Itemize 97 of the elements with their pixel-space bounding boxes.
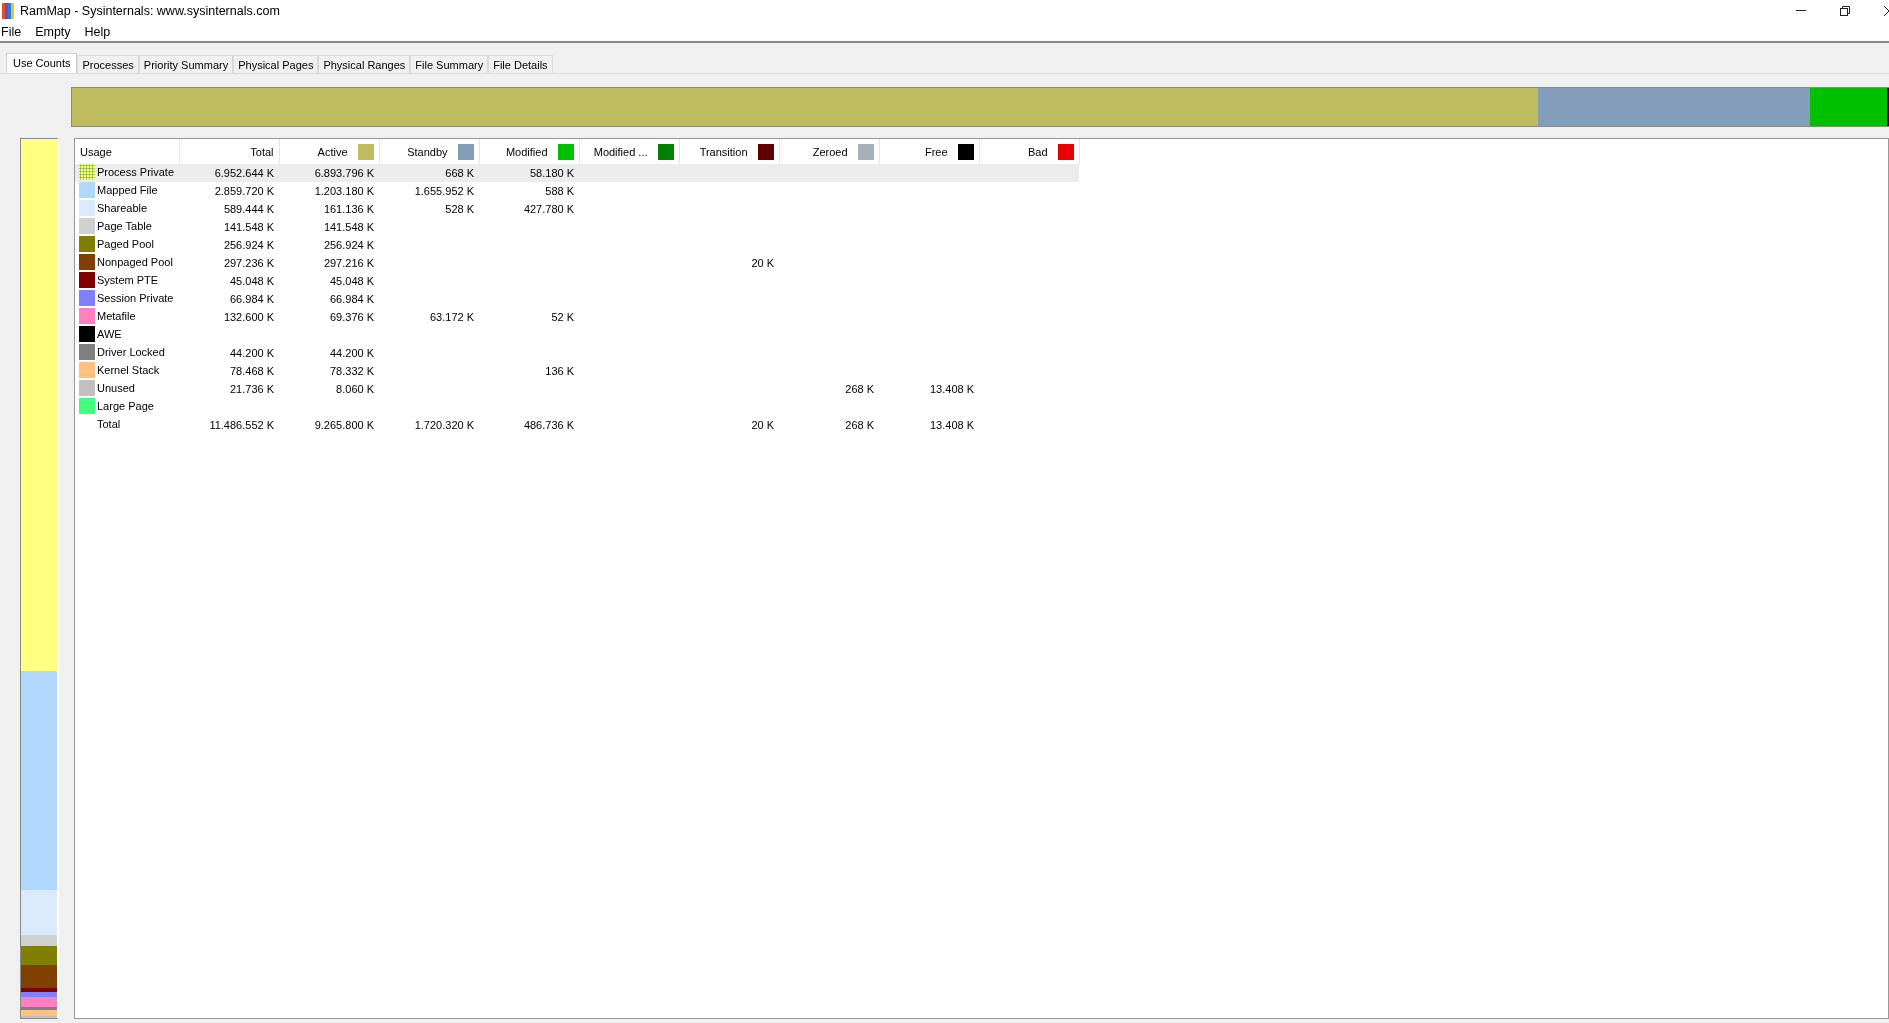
table-row[interactable]: Unused 21.736 K 8.060 K 268 K 13.408 K [75, 380, 1080, 398]
table-cell: 588 K [545, 185, 575, 197]
table-cell: 1.655.952 K [414, 185, 475, 197]
tab[interactable]: Use Counts [6, 53, 78, 73]
column-label: Standby [407, 145, 448, 158]
column-label: Modified ... [593, 145, 648, 158]
table-row[interactable]: Large Page [75, 398, 1080, 416]
table-cell: 1.720.320 K [414, 419, 475, 431]
table-cell: Nonpaged Pool [97, 256, 173, 268]
restore-icon[interactable] [1840, 6, 1850, 16]
table-cell: 66.984 K [330, 293, 375, 305]
column-label: Transition [699, 145, 748, 158]
table-cell: 20 K [751, 419, 775, 431]
table-cell: 11.486.552 K [209, 419, 275, 431]
table-cell: 45.048 K [230, 275, 275, 287]
table-cell: 66.984 K [230, 293, 275, 305]
table-cell: 1.203.180 K [314, 185, 375, 197]
table-cell: 78.332 K [330, 365, 375, 377]
table-cell: 13.408 K [930, 383, 975, 395]
column-label: Free [924, 145, 948, 158]
column-label: Bad [1027, 145, 1048, 158]
menu-item[interactable]: Help [84, 24, 111, 39]
table-cell: 141.548 K [223, 221, 275, 233]
table-row[interactable]: Mapped File 2.859.720 K 1.203.180 K 1.655.952 K 588 K [75, 182, 1080, 200]
tab[interactable]: File Summary [410, 55, 489, 73]
close-icon[interactable] [1884, 6, 1889, 16]
tab[interactable]: Priority Summary [138, 55, 234, 73]
table-row[interactable]: System PTE 45.048 K 45.048 K [75, 272, 1080, 290]
table-row[interactable]: Session Private 66.984 K 66.984 K [75, 290, 1080, 308]
window-title: RamMap - Sysinternals: www.sysinternals.com [20, 4, 280, 18]
table-row[interactable]: AWE [75, 326, 1080, 344]
column-label: Usage [80, 145, 112, 158]
table-cell: 45.048 K [330, 275, 375, 287]
table-row[interactable]: Process Private 6.952.644 K 6.893.796 K 668 K 58.180 K [75, 164, 1080, 182]
table-row[interactable]: Kernel Stack 78.468 K 78.332 K 136 K [75, 362, 1080, 380]
table-cell: 486.736 K [523, 419, 575, 431]
table-cell: Shareable [97, 202, 148, 214]
table-cell: 44.200 K [230, 347, 275, 359]
table-cell: Session Private [97, 292, 174, 304]
table-cell: 9.265.800 K [314, 419, 375, 431]
table-cell: 268 K [845, 383, 875, 395]
table-cell: 58.180 K [530, 167, 575, 179]
menu-item[interactable]: Empty [35, 24, 71, 39]
table-row[interactable]: Paged Pool 256.924 K 256.924 K [75, 236, 1080, 254]
table-cell: 589.444 K [223, 203, 275, 215]
table-cell: 63.172 K [430, 311, 475, 323]
table-row[interactable]: Metafile 132.600 K 69.376 K 63.172 K 52 K [75, 308, 1080, 326]
minimize-icon[interactable] [1796, 10, 1806, 12]
column-label: Modified [505, 145, 548, 158]
table-cell: 256.924 K [323, 239, 375, 251]
table-cell: 44.200 K [330, 347, 375, 359]
table-cell: 13.408 K [930, 419, 975, 431]
table-cell: 20 K [751, 257, 775, 269]
table-cell: Driver Locked [97, 346, 165, 358]
tab[interactable]: Physical Ranges [318, 55, 411, 73]
column-label: Active [317, 145, 348, 158]
table-cell: 8.060 K [336, 383, 375, 395]
table-cell: AWE [97, 328, 122, 340]
table-cell: System PTE [97, 274, 159, 286]
table-cell: 141.548 K [323, 221, 375, 233]
table-cell: 297.236 K [223, 257, 275, 269]
table-cell: 528 K [445, 203, 475, 215]
table-cell: 2.859.720 K [214, 185, 275, 197]
column-label: Zeroed [812, 145, 848, 158]
table-cell: Kernel Stack [97, 364, 160, 376]
table-cell: 6.952.644 K [214, 167, 275, 179]
table-cell: 268 K [845, 419, 875, 431]
column-label: Total [250, 145, 274, 158]
table-row[interactable]: Page Table 141.548 K 141.548 K [75, 218, 1080, 236]
table-cell: 78.468 K [230, 365, 275, 377]
table-cell: 668 K [445, 167, 475, 179]
table-cell: Large Page [97, 400, 154, 412]
app-icon [2, 3, 14, 19]
table-cell: 132.600 K [223, 311, 275, 323]
table-cell: 52 K [551, 311, 575, 323]
table-cell: 297.216 K [323, 257, 375, 269]
table-cell: Process Private [97, 166, 175, 178]
tab[interactable]: Physical Pages [233, 55, 319, 73]
table-cell: 21.736 K [230, 383, 275, 395]
table-cell: Unused [97, 382, 135, 394]
table-row[interactable]: Shareable 589.444 K 161.136 K 528 K 427.780 K [75, 200, 1080, 218]
table-cell: 6.893.796 K [314, 167, 375, 179]
table-row[interactable]: Nonpaged Pool 297.236 K 297.216 K 20 K [75, 254, 1080, 272]
table-cell: 427.780 K [523, 203, 575, 215]
table-cell: 256.924 K [223, 239, 275, 251]
tab[interactable]: Processes [77, 55, 139, 73]
table-cell: Metafile [97, 310, 136, 322]
table-cell: Paged Pool [97, 238, 154, 250]
menu-item[interactable]: File [1, 24, 22, 39]
table-cell: 161.136 K [323, 203, 375, 215]
tab[interactable]: File Details [488, 55, 553, 73]
table-cell: 69.376 K [330, 311, 375, 323]
table-cell: Mapped File [97, 184, 158, 196]
table-row[interactable]: Driver Locked 44.200 K 44.200 K [75, 344, 1080, 362]
table-cell: 136 K [545, 365, 575, 377]
table-cell: Total [97, 418, 121, 430]
table-cell: Page Table [97, 220, 152, 232]
